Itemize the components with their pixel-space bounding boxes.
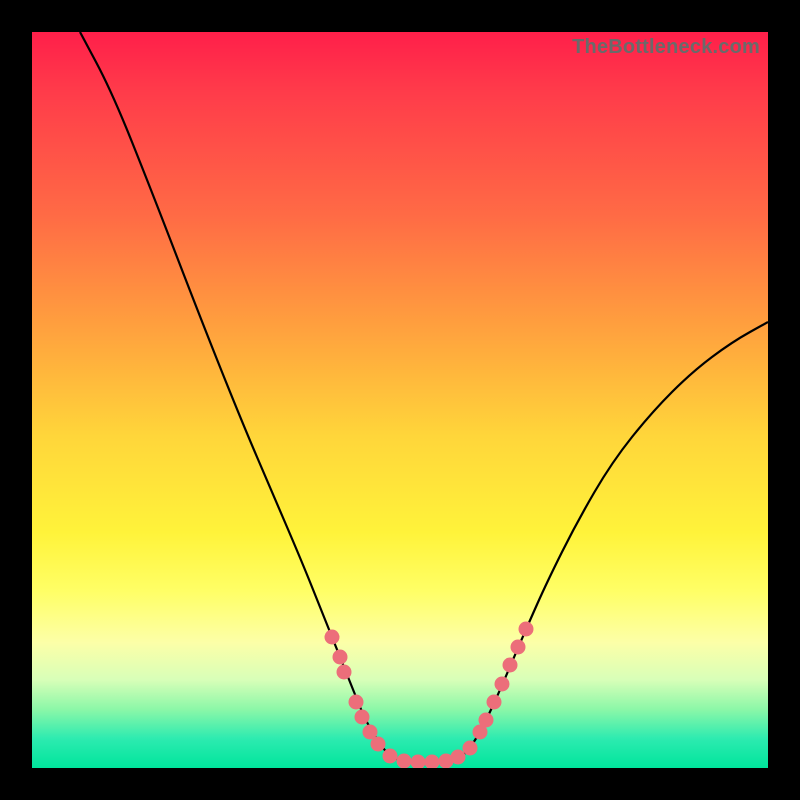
data-dot xyxy=(411,755,426,769)
data-dot xyxy=(479,713,494,728)
data-dot xyxy=(487,695,502,710)
data-dots xyxy=(325,622,534,769)
data-dot xyxy=(495,677,510,692)
data-dot xyxy=(451,750,466,765)
data-dot xyxy=(397,754,412,769)
data-dot xyxy=(325,630,340,645)
data-dot xyxy=(425,755,440,769)
data-dot xyxy=(371,737,386,752)
chart-frame: TheBottleneck.com xyxy=(0,0,800,800)
data-dot xyxy=(337,665,352,680)
plot-area: TheBottleneck.com xyxy=(32,32,768,768)
data-dot xyxy=(519,622,534,637)
data-dot xyxy=(511,640,526,655)
data-dot xyxy=(355,710,370,725)
bottleneck-curve xyxy=(80,32,768,763)
data-dot xyxy=(349,695,364,710)
data-dot xyxy=(503,658,518,673)
data-dot xyxy=(383,749,398,764)
data-dot xyxy=(333,650,348,665)
chart-svg xyxy=(32,32,768,768)
data-dot xyxy=(463,741,478,756)
